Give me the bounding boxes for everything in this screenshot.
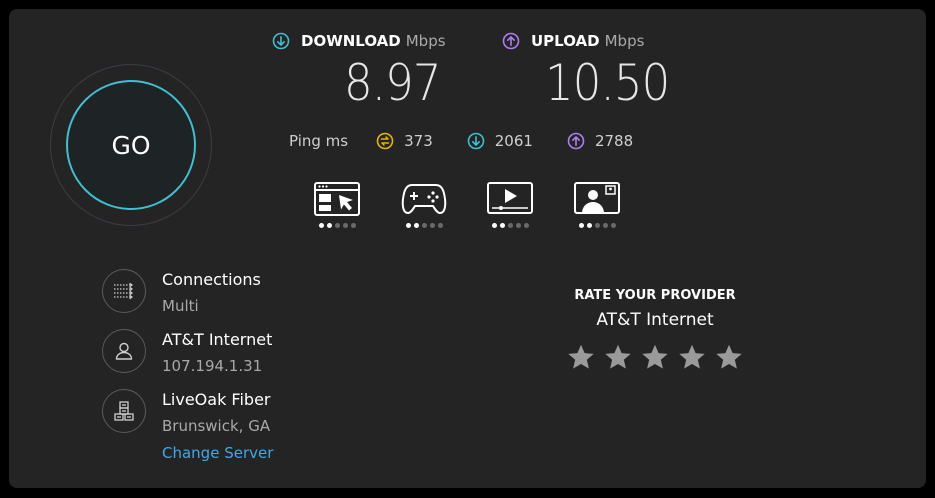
star-icon[interactable] xyxy=(641,343,669,371)
go-button[interactable]: GO xyxy=(66,80,196,210)
star-icon[interactable] xyxy=(678,343,706,371)
rating-dot xyxy=(318,223,324,228)
server-icon-ring xyxy=(102,389,146,433)
connections-title: Connections xyxy=(162,270,261,289)
upload-unit: Mbps xyxy=(604,32,645,50)
upload-arrow-icon xyxy=(502,32,520,50)
rating-dot xyxy=(507,223,513,228)
activity-gaming[interactable] xyxy=(400,181,448,229)
activity-web-browsing[interactable] xyxy=(313,181,361,229)
rating-dot xyxy=(610,223,616,228)
rating-dot xyxy=(342,223,348,228)
isp-icon-ring xyxy=(102,329,146,373)
activity-video-call[interactable] xyxy=(573,181,621,229)
ping-download: 2061 xyxy=(467,132,533,150)
isp-name: AT&T Internet xyxy=(162,330,273,349)
ping-row: Ping ms 373 2061 2788 xyxy=(289,131,667,151)
rating-dot xyxy=(499,223,505,228)
activity-rating xyxy=(313,223,361,228)
server-location: Brunswick, GA xyxy=(162,417,271,435)
video-streaming-icon xyxy=(487,182,533,214)
user-icon xyxy=(115,342,133,360)
download-unit: Mbps xyxy=(405,32,446,50)
rating-dot xyxy=(491,223,497,228)
star-icon[interactable] xyxy=(715,343,743,371)
change-server-link[interactable]: Change Server xyxy=(162,444,273,462)
rating-dot xyxy=(602,223,608,228)
connections-value[interactable]: Multi xyxy=(162,297,199,315)
rating-dot xyxy=(594,223,600,228)
rating-dot xyxy=(326,223,332,228)
download-label: DOWNLOAD xyxy=(301,32,401,50)
ping-download-value: 2061 xyxy=(494,132,533,150)
isp-ip: 107.194.1.31 xyxy=(162,357,263,375)
download-value: 8.97 xyxy=(344,54,441,112)
rating-dot xyxy=(413,223,419,228)
rate-provider-title: RATE YOUR PROVIDER xyxy=(574,288,736,303)
server-icon xyxy=(114,401,134,421)
rating-dot xyxy=(421,223,427,228)
rating-dot xyxy=(515,223,521,228)
star-icon[interactable] xyxy=(567,343,595,371)
download-arrow-icon xyxy=(467,132,485,150)
rating-dot xyxy=(405,223,411,228)
activity-video-streaming[interactable] xyxy=(486,181,534,229)
upload-arrow-icon xyxy=(567,132,585,150)
rating-dot xyxy=(334,223,340,228)
activity-rating xyxy=(486,223,534,228)
web-browsing-icon xyxy=(314,182,360,216)
server-name: LiveOak Fiber xyxy=(162,390,271,409)
star-rating xyxy=(567,343,743,371)
rating-dot xyxy=(437,223,443,228)
star-icon[interactable] xyxy=(604,343,632,371)
upload-value: 10.50 xyxy=(545,54,670,112)
ping-idle-icon xyxy=(376,132,394,150)
rating-dot xyxy=(429,223,435,228)
ping-idle: 373 xyxy=(376,132,433,150)
video-call-icon xyxy=(574,182,620,214)
activity-rating xyxy=(400,223,448,228)
rate-provider-name: AT&T Internet xyxy=(596,310,714,330)
activity-rating xyxy=(573,223,621,228)
download-arrow-icon xyxy=(272,32,290,50)
rating-dot xyxy=(586,223,592,228)
upload-label: UPLOAD xyxy=(531,32,600,50)
rating-dot xyxy=(578,223,584,228)
connections-icon xyxy=(114,282,133,300)
gaming-controller-icon xyxy=(401,184,447,214)
upload-header: UPLOAD Mbps xyxy=(502,30,644,52)
rating-dot xyxy=(523,223,529,228)
rating-dot xyxy=(350,223,356,228)
download-header: DOWNLOAD Mbps xyxy=(272,30,446,52)
ping-upload-value: 2788 xyxy=(594,132,634,150)
ping-upload: 2788 xyxy=(567,132,633,150)
ping-idle-value: 373 xyxy=(404,132,433,150)
connections-icon-ring xyxy=(102,269,146,313)
ping-label: Ping ms xyxy=(289,132,349,150)
